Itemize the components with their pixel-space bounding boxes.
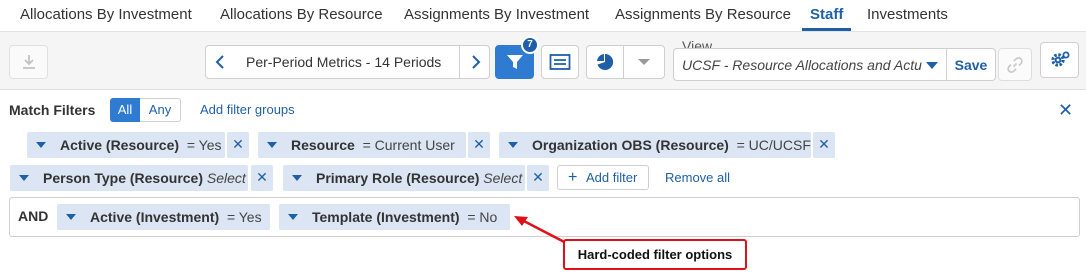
chip-value: = No (467, 209, 498, 225)
remove-chip-close-icon[interactable]: ✕ (251, 165, 273, 191)
filter-count-badge: 7 (521, 36, 539, 54)
next-period-button[interactable] (459, 45, 490, 79)
save-view-button[interactable]: Save (946, 48, 996, 81)
filter-icon (505, 52, 525, 72)
previous-period-button[interactable] (205, 45, 237, 79)
remove-all-link[interactable]: Remove all (665, 170, 730, 185)
chip-field: Template (Investment) (312, 209, 460, 225)
tab-bar: Allocations By Investment Allocations By… (0, 0, 1086, 32)
chevron-left-icon (214, 54, 228, 70)
add-filter-label: Add filter (586, 170, 638, 185)
filter-chip-active-investment[interactable]: Active (Investment) = Yes (57, 204, 270, 230)
link-icon (1006, 56, 1024, 74)
caret-down-icon (637, 57, 651, 67)
chip-caret-down-icon (267, 142, 277, 148)
chevron-right-icon (468, 54, 482, 70)
chip-caret-down-icon (292, 175, 302, 181)
settings-button[interactable] (1040, 42, 1079, 78)
link-button[interactable] (998, 48, 1032, 81)
match-filters-label: Match Filters (9, 102, 96, 118)
filter-chip-template-investment[interactable]: Template (Investment) = No (279, 204, 510, 230)
settings-gear-icon (1049, 49, 1071, 71)
filter-chip-primary-role[interactable]: Primary Role (Resource) Select (283, 165, 525, 191)
chip-caret-down-icon (36, 142, 46, 148)
chip-field: Active (Investment) (90, 209, 220, 225)
close-icon[interactable]: ✕ (1058, 100, 1073, 121)
and-label: AND (18, 208, 49, 224)
chip-value: = Current User (362, 137, 455, 153)
period-metrics-selector[interactable]: Per-Period Metrics - 14 Periods (236, 45, 460, 79)
chip-caret-down-icon (19, 175, 29, 181)
remove-chip-close-icon[interactable]: ✕ (813, 132, 835, 158)
view-select-value: UCSF - Resource Allocations and Actu... (682, 57, 922, 73)
chart-button[interactable] (586, 45, 624, 79)
annotation-callout: Hard-coded filter options (563, 239, 747, 270)
tab-allocations-by-resource[interactable]: Allocations By Resource (220, 0, 383, 31)
chip-field: Organization OBS (Resource) (532, 137, 729, 153)
chip-value: Select (483, 170, 523, 186)
chip-caret-down-icon (288, 214, 298, 220)
chip-field: Person Type (Resource) (43, 170, 204, 186)
plus-icon: + (568, 169, 578, 186)
chip-field: Primary Role (Resource) (316, 170, 480, 186)
filter-chip-resource[interactable]: Resource = Current User (258, 132, 466, 158)
add-filter-groups-link[interactable]: Add filter groups (200, 102, 295, 117)
pie-chart-icon (595, 52, 615, 72)
chip-caret-down-icon (66, 214, 76, 220)
chip-value: Select (206, 170, 246, 186)
chip-field: Resource (291, 137, 355, 153)
chip-value: = UC/UCSF (736, 137, 811, 153)
chip-value: = Yes (226, 209, 262, 225)
add-filter-button[interactable]: + Add filter (557, 165, 649, 190)
match-all-toggle[interactable]: All (110, 98, 140, 122)
remove-chip-close-icon[interactable]: ✕ (468, 132, 490, 158)
match-any-toggle[interactable]: Any (140, 98, 181, 122)
chip-value: = Yes (186, 137, 222, 153)
filter-chip-organization-obs[interactable]: Organization OBS (Resource) = UC/UCSF (499, 132, 811, 158)
remove-chip-close-icon[interactable]: ✕ (527, 165, 549, 191)
tab-assignments-by-resource[interactable]: Assignments By Resource (615, 0, 791, 31)
view-caret-down-icon (925, 58, 939, 76)
chip-caret-down-icon (508, 142, 518, 148)
filter-chip-person-type[interactable]: Person Type (Resource) Select (10, 165, 248, 191)
chart-options-dropdown[interactable] (623, 45, 665, 79)
list-view-button[interactable] (541, 45, 579, 79)
list-view-icon (549, 53, 571, 71)
tab-investments[interactable]: Investments (867, 0, 948, 31)
tab-allocations-by-investment[interactable]: Allocations By Investment (20, 0, 192, 31)
export-button[interactable] (9, 45, 48, 79)
download-icon (19, 52, 39, 72)
chip-field: Active (Resource) (60, 137, 180, 153)
remove-chip-close-icon[interactable]: ✕ (227, 132, 249, 158)
filter-chip-active-resource[interactable]: Active (Resource) = Yes (27, 132, 225, 158)
tab-staff[interactable]: Staff (802, 0, 852, 31)
tab-assignments-by-investment[interactable]: Assignments By Investment (404, 0, 589, 31)
